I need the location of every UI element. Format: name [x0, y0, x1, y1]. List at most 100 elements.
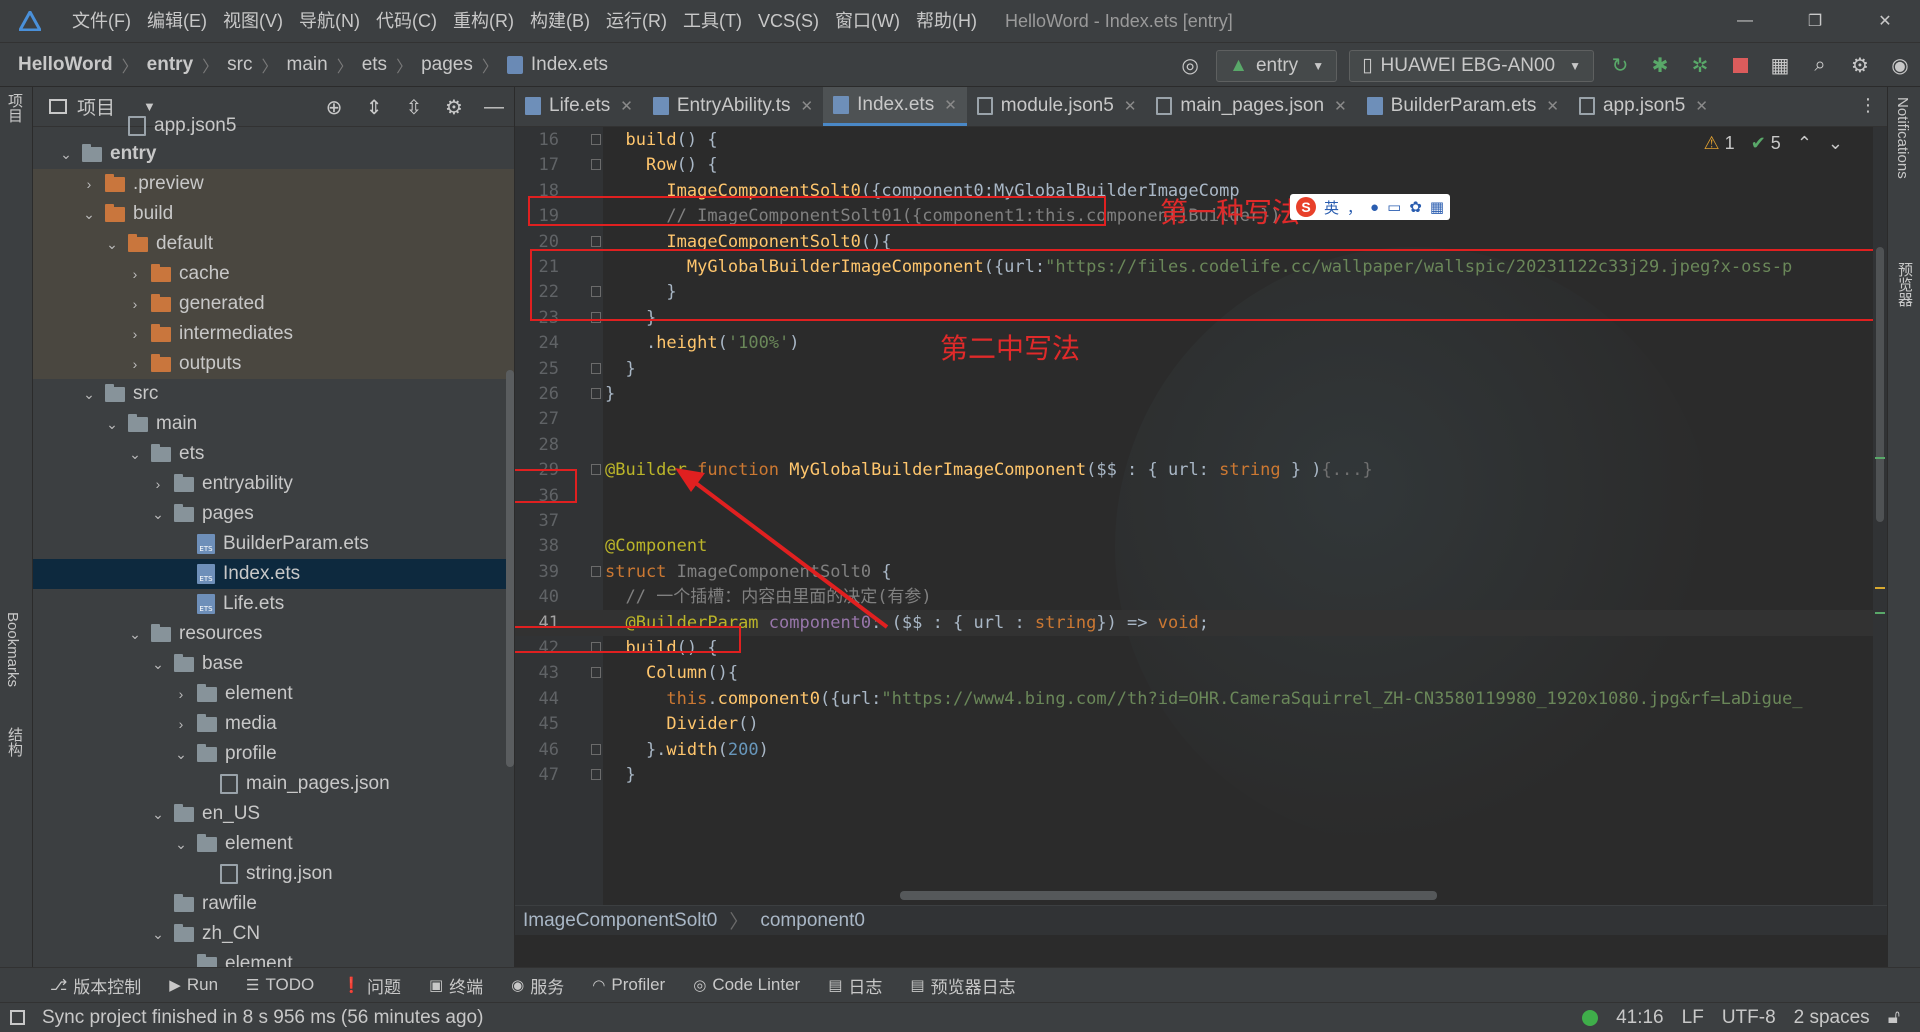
tree-item[interactable]: app.json5 [33, 113, 514, 139]
breadcrumb-item[interactable]: main [287, 54, 328, 76]
caret-position[interactable]: 41:16 [1616, 1007, 1664, 1029]
breadcrumb-item[interactable]: HelloWord [18, 54, 113, 76]
editor-tab[interactable]: module.json5 ✕ [967, 87, 1147, 126]
chevron-down-icon[interactable]: ⌄ [148, 806, 168, 823]
chevron-right-icon[interactable]: › [79, 176, 99, 192]
tool-window-button[interactable]: ❗ 问题 [342, 973, 401, 998]
editor-breadcrumb-item[interactable]: component0 [760, 910, 865, 932]
menu-item[interactable]: 帮助(H) [908, 0, 985, 42]
notifications-tool-button[interactable]: Notifications [1894, 97, 1911, 179]
close-tab-icon[interactable]: ✕ [1124, 97, 1137, 115]
chevron-right-icon[interactable]: › [171, 716, 191, 732]
editor-breadcrumb-item[interactable]: ImageComponentSolt0 [523, 910, 717, 932]
chevron-down-icon[interactable]: ⌄ [102, 236, 122, 253]
tree-item[interactable]: ⌄ profile [33, 739, 514, 769]
close-tab-icon[interactable]: ✕ [944, 96, 957, 114]
tree-item[interactable]: › element [33, 679, 514, 709]
tree-item[interactable]: string.json [33, 859, 514, 889]
tree-item[interactable]: ⌄ resources [33, 619, 514, 649]
close-window-button[interactable]: ✕ [1850, 0, 1920, 42]
tree-item[interactable]: ⌄ main [33, 409, 514, 439]
tool-window-button[interactable]: ▤ 日志 [828, 973, 882, 998]
tool-window-button[interactable]: ◠ Profiler [592, 975, 665, 995]
warning-marker[interactable] [1875, 587, 1885, 589]
chevron-down-icon[interactable]: ⌄ [148, 926, 168, 943]
chevron-right-icon[interactable]: › [171, 686, 191, 702]
chevron-down-icon[interactable]: ⌄ [125, 626, 145, 643]
chevron-down-icon[interactable]: ⌄ [56, 146, 76, 163]
tool-window-button[interactable]: ◉ 服务 [511, 973, 564, 998]
tree-item[interactable]: › intermediates [33, 319, 514, 349]
chevron-down-icon[interactable]: ⌄ [79, 206, 99, 223]
chevron-down-icon[interactable]: ⌄ [171, 836, 191, 853]
tool-window-button[interactable]: ▤ 预览器日志 [910, 973, 1015, 998]
breadcrumb-item[interactable]: Index.ets [531, 54, 608, 76]
editor-horizontal-scrollbar[interactable] [900, 891, 1437, 900]
account-icon[interactable]: ◉ [1880, 43, 1920, 88]
tree-item[interactable]: ⌄ build [33, 199, 514, 229]
ime-menu-icon[interactable]: ▦ [1430, 198, 1444, 216]
chevron-down-icon[interactable]: ⌄ [125, 446, 145, 463]
previewer-tool-button[interactable]: 预览器 [1894, 262, 1915, 307]
chevron-right-icon[interactable]: › [125, 266, 145, 282]
ime-skin-icon[interactable]: ✿ [1409, 198, 1422, 216]
structure-tool-button[interactable]: 结构 [4, 727, 25, 757]
tree-item[interactable]: › cache [33, 259, 514, 289]
minimize-button[interactable]: — [1710, 0, 1780, 42]
chevron-down-icon[interactable]: ⌄ [148, 656, 168, 673]
tree-item[interactable]: ⌄ en_US [33, 799, 514, 829]
menu-item[interactable]: 构建(B) [522, 0, 598, 42]
restore-button[interactable]: ❐ [1780, 0, 1850, 42]
close-tab-icon[interactable]: ✕ [1695, 97, 1708, 115]
line-ending[interactable]: LF [1682, 1007, 1704, 1029]
tree-item[interactable]: element [33, 949, 514, 967]
editor-tab[interactable]: app.json5 ✕ [1569, 87, 1718, 126]
tool-window-button[interactable]: ▶ Run [169, 975, 218, 995]
tree-item[interactable]: › media [33, 709, 514, 739]
close-tab-icon[interactable]: ✕ [1334, 97, 1347, 115]
chevron-down-icon[interactable]: ⌄ [79, 386, 99, 403]
bookmarks-tool-button[interactable]: Bookmarks [4, 612, 21, 687]
tree-item[interactable]: Index.ets [33, 559, 514, 589]
chevron-right-icon[interactable]: › [125, 296, 145, 312]
ime-punctuation[interactable]: ， [1347, 197, 1362, 218]
breadcrumb-item[interactable]: entry [147, 54, 193, 76]
editor-vertical-scrollbar[interactable] [1873, 127, 1887, 905]
chevron-down-icon[interactable]: ▼ [143, 99, 156, 114]
close-tab-icon[interactable]: ✕ [620, 97, 633, 115]
menu-item[interactable]: 工具(T) [675, 0, 750, 42]
change-marker[interactable] [1875, 457, 1885, 459]
tree-item[interactable]: ⌄ src [33, 379, 514, 409]
close-tab-icon[interactable]: ✕ [801, 97, 814, 115]
gear-icon[interactable]: ⚙ [1840, 43, 1880, 88]
device-manager-icon[interactable]: ▦ [1760, 43, 1800, 88]
menu-item[interactable]: 代码(C) [368, 0, 445, 42]
device-dropdown[interactable]: ▯ HUAWEI EBG-AN00 ▼ [1349, 49, 1594, 82]
locate-icon[interactable]: ◎ [1170, 43, 1210, 88]
chevron-right-icon[interactable]: › [148, 476, 168, 492]
menu-item[interactable]: 文件(F) [64, 0, 139, 42]
tree-item[interactable]: ⌄ base [33, 649, 514, 679]
menu-item[interactable]: 重构(R) [445, 0, 522, 42]
tool-window-button[interactable]: ▣ 终端 [429, 973, 483, 998]
editor-tab[interactable]: EntryAbility.ts ✕ [643, 87, 823, 126]
tool-window-button[interactable]: ⎇ 版本控制 [50, 973, 141, 998]
tree-item[interactable]: › outputs [33, 349, 514, 379]
lock-icon[interactable]: 🔓︎ [1888, 1007, 1900, 1029]
tree-item[interactable]: Life.ets [33, 589, 514, 619]
indent-setting[interactable]: 2 spaces [1794, 1007, 1870, 1029]
tree-item[interactable]: ⌄ default [33, 229, 514, 259]
breadcrumb-item[interactable]: src [227, 54, 252, 76]
breadcrumb-item[interactable]: ets [362, 54, 387, 76]
menu-item[interactable]: 编辑(E) [139, 0, 215, 42]
file-encoding[interactable]: UTF-8 [1722, 1007, 1776, 1029]
project-tool-button[interactable]: 项目 [4, 93, 25, 123]
chevron-down-icon[interactable]: ⌄ [171, 746, 191, 763]
tree-item[interactable]: ⌄ ets [33, 439, 514, 469]
menu-item[interactable]: 窗口(W) [827, 0, 908, 42]
menu-item[interactable]: 导航(N) [291, 0, 368, 42]
tree-item[interactable]: BuilderParam.ets [33, 529, 514, 559]
editor-tab[interactable]: Life.ets ✕ [515, 87, 643, 126]
menu-item[interactable]: VCS(S) [750, 0, 827, 42]
chevron-down-icon[interactable]: ⌄ [148, 506, 168, 523]
